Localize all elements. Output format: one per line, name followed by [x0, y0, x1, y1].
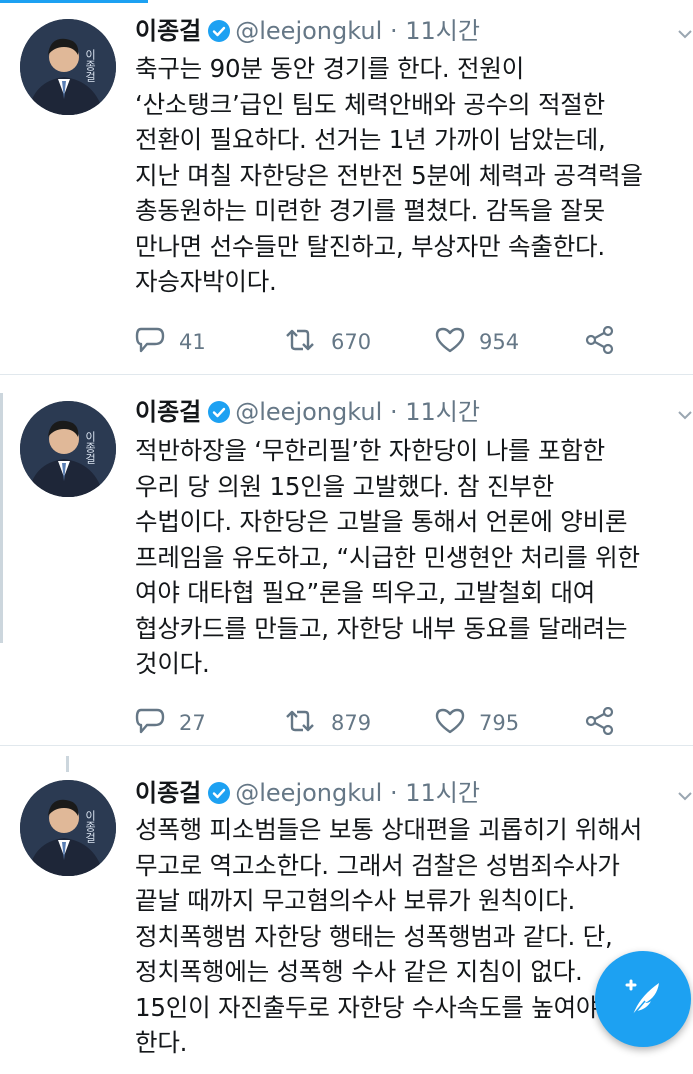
retweet-icon [283, 707, 331, 740]
author-handle[interactable]: @leejongkul [235, 398, 382, 426]
like-count: 795 [479, 711, 520, 735]
like-button[interactable]: 795 [435, 703, 519, 743]
tweet[interactable]: 이종걸 이종걸 @leejongkul · 11시간 적반하장을 ‘무한리필’한 … [0, 375, 693, 746]
separator-dot: · [389, 779, 398, 807]
avatar[interactable]: 이종걸 [20, 401, 116, 497]
heart-icon [435, 326, 479, 359]
avatar[interactable]: 이종걸 [20, 19, 116, 115]
like-button[interactable]: 954 [435, 322, 519, 362]
like-count: 954 [479, 330, 520, 354]
separator-dot: · [389, 17, 398, 45]
tweet-time[interactable]: 11시간 [405, 779, 480, 807]
avatar[interactable]: 이종걸 [20, 780, 116, 876]
reply-button[interactable]: 41 [135, 322, 206, 362]
share-button[interactable] [585, 322, 629, 362]
author-name[interactable]: 이종걸 [135, 398, 201, 426]
tweet-text: 축구는 90분 동안 경기를 한다. 전원이 ‘산소탱크’급인 팀도 체력안배와… [135, 54, 643, 296]
share-icon [585, 706, 629, 740]
chevron-down-icon[interactable] [677, 26, 693, 42]
reply-count: 41 [179, 330, 206, 354]
author-name[interactable]: 이종걸 [135, 17, 201, 45]
author-handle[interactable]: @leejongkul [235, 17, 382, 45]
verified-badge-icon [207, 780, 231, 814]
svg-text:이종걸: 이종걸 [84, 431, 97, 464]
chevron-down-icon[interactable] [677, 407, 693, 423]
retweet-button[interactable]: 879 [283, 703, 371, 743]
chevron-down-icon[interactable] [677, 788, 693, 804]
retweet-count: 879 [331, 711, 372, 735]
reply-count: 27 [179, 711, 206, 735]
tweet-actions: 41 670 954 [135, 322, 635, 362]
thread-indicator [0, 393, 3, 643]
svg-text:이종걸: 이종걸 [84, 49, 97, 82]
retweet-count: 670 [331, 330, 372, 354]
reply-button[interactable]: 27 [135, 703, 206, 743]
tweet-time[interactable]: 11시간 [405, 17, 480, 45]
verified-badge-icon [207, 399, 231, 433]
share-icon [585, 325, 629, 359]
tweet-text: 적반하장을 ‘무한리필’한 자한당이 나를 포함한 우리 당 의원 15인을 고… [135, 436, 640, 678]
share-button[interactable] [585, 703, 629, 743]
reply-icon [135, 326, 179, 359]
author-handle[interactable]: @leejongkul [235, 779, 382, 807]
verified-badge-icon [207, 18, 231, 52]
thread-connector [66, 756, 69, 772]
svg-text:이종걸: 이종걸 [84, 810, 97, 843]
tweet-header: 이종걸 @leejongkul · 11시간 [135, 776, 480, 810]
compose-tweet-button[interactable] [595, 951, 691, 1047]
retweet-icon [283, 326, 331, 359]
tweet-actions: 27 879 795 [135, 703, 635, 743]
tweet[interactable]: 이종걸 이종걸 @leejongkul · 11시간 축구는 90분 동안 경기를… [0, 0, 693, 375]
heart-icon [435, 707, 479, 740]
tweet-header: 이종걸 @leejongkul · 11시간 [135, 14, 480, 48]
retweet-button[interactable]: 670 [283, 322, 371, 362]
separator-dot: · [389, 398, 398, 426]
tweet-time[interactable]: 11시간 [405, 398, 480, 426]
reply-icon [135, 707, 179, 740]
author-name[interactable]: 이종걸 [135, 779, 201, 807]
tweet[interactable]: 이종걸 이종걸 @leejongkul · 11시간 성폭행 피소범들은 보통 상… [0, 746, 693, 1074]
tweet-header: 이종걸 @leejongkul · 11시간 [135, 395, 480, 429]
compose-feather-icon [617, 971, 669, 1027]
